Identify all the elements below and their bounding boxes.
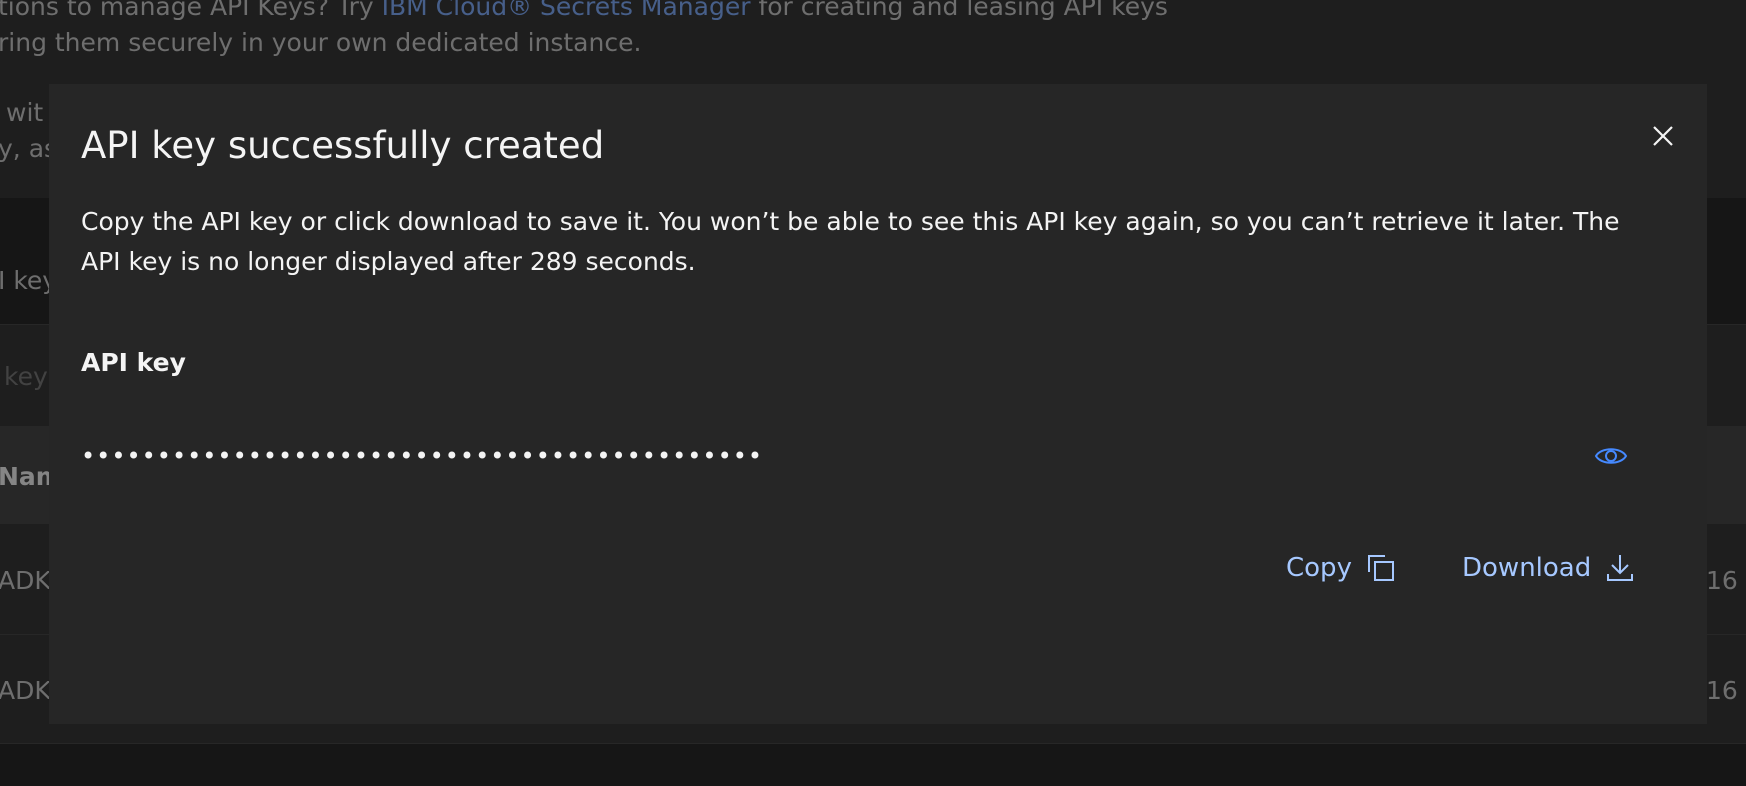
download-label: Download	[1462, 553, 1592, 583]
api-key-masked-value: ••••••••••••••••••••••••••••••••••••••••…	[81, 442, 764, 470]
download-icon	[1605, 553, 1635, 583]
api-key-created-modal: API key successfully created Copy the AP…	[49, 84, 1707, 724]
download-button[interactable]: Download	[1462, 544, 1635, 592]
copy-icon	[1366, 553, 1396, 583]
show-key-button[interactable]	[1589, 434, 1633, 478]
copy-button[interactable]: Copy	[1286, 544, 1396, 592]
close-icon	[1650, 123, 1676, 149]
modal-description: Copy the API key or click download to sa…	[81, 207, 1620, 276]
api-key-field[interactable]: ••••••••••••••••••••••••••••••••••••••••…	[81, 426, 1681, 486]
api-key-label: API key	[81, 348, 186, 377]
copy-label: Copy	[1286, 553, 1352, 583]
page: tions to manage API Keys? Try IBM Cloud®…	[0, 0, 1746, 786]
close-button[interactable]	[1641, 114, 1685, 158]
eye-icon	[1594, 444, 1628, 468]
modal-title: API key successfully created	[81, 124, 605, 167]
